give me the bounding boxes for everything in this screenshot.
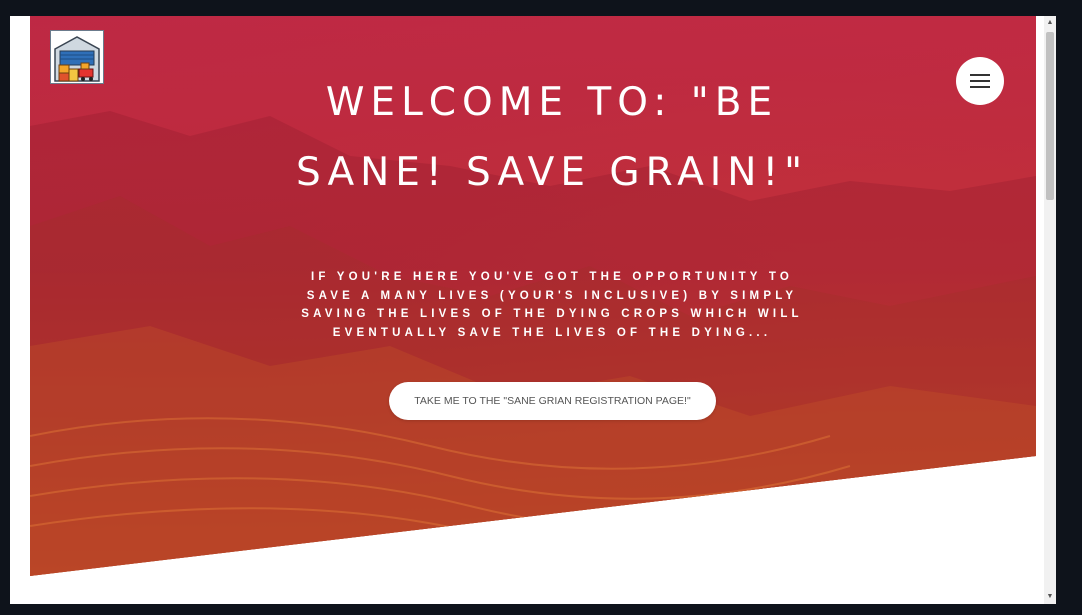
hero-section: WELCOME TO: "BE SANE! SAVE GRAIN!" IF YO… [30,16,1036,576]
hero-subtitle: IF YOU'RE HERE YOU'VE GOT THE OPPORTUNIT… [301,271,803,339]
hamburger-menu-icon [970,74,990,76]
registration-page-button[interactable]: TAKE ME TO THE "SANE GRIAN REGISTRATION … [389,382,716,420]
hamburger-line [970,86,990,88]
scroll-up-arrow-icon[interactable]: ▲ [1044,16,1056,30]
logo[interactable] [50,30,104,84]
vertical-scrollbar[interactable]: ▲ ▼ [1044,16,1056,604]
browser-viewport: WELCOME TO: "BE SANE! SAVE GRAIN!" IF YO… [10,16,1044,604]
scrollbar-thumb[interactable] [1046,32,1054,200]
hamburger-line [970,80,990,82]
scroll-down-arrow-icon[interactable]: ▼ [1044,590,1056,604]
warehouse-icon [54,36,100,82]
hero-title: WELCOME TO: "BE SANE! SAVE GRAIN!" [295,80,809,195]
menu-button[interactable] [956,57,1004,105]
